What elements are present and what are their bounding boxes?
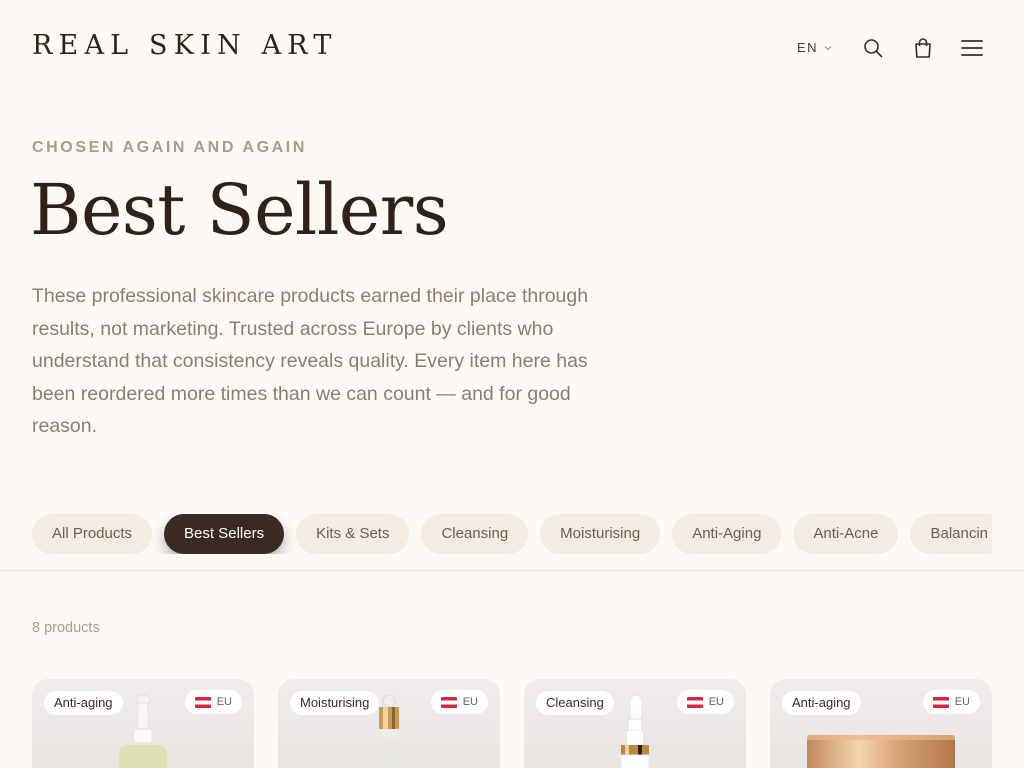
origin-label: EU bbox=[708, 696, 724, 708]
site-header: REAL SKIN ART EN bbox=[0, 0, 1024, 96]
product-category-tag: Anti-aging bbox=[44, 691, 123, 715]
filter-chip-best-sellers[interactable]: Best Sellers bbox=[164, 514, 285, 554]
product-card[interactable]: Anti-aging EU bbox=[770, 679, 992, 768]
search-icon bbox=[864, 39, 883, 58]
cart-button[interactable] bbox=[912, 36, 934, 60]
filter-chip-anti-acne[interactable]: Anti-Acne bbox=[793, 514, 899, 554]
flag-icon bbox=[686, 696, 703, 708]
origin-label: EU bbox=[954, 696, 970, 708]
filter-chip-balancing[interactable]: Balancin bbox=[910, 514, 992, 554]
filter-chip-moisturising[interactable]: Moisturising bbox=[540, 514, 661, 554]
filter-chip-kits-sets[interactable]: Kits & Sets bbox=[296, 514, 410, 554]
filter-chip-all-products[interactable]: All Products bbox=[32, 514, 153, 554]
product-category-tag: Moisturising bbox=[290, 691, 380, 715]
origin-label: EU bbox=[216, 696, 232, 708]
brand-logo[interactable]: REAL SKIN ART bbox=[32, 30, 338, 61]
menu-button[interactable] bbox=[960, 36, 984, 60]
product-category-tag: Cleansing bbox=[536, 691, 614, 715]
product-category-tag: Anti-aging bbox=[782, 691, 861, 715]
page-title: Best Sellers bbox=[30, 169, 449, 251]
pump-bottle-white-image bbox=[620, 694, 650, 768]
hero-eyebrow: CHOSEN AGAIN AND AGAIN bbox=[32, 139, 307, 156]
search-button[interactable] bbox=[862, 36, 884, 60]
product-card[interactable]: Moisturising EU bbox=[278, 679, 500, 768]
origin-badge: EU bbox=[922, 690, 980, 714]
flag-icon bbox=[194, 696, 211, 708]
bag-icon bbox=[915, 38, 931, 58]
chevron-down-icon bbox=[824, 45, 832, 50]
hero-description: These professional skincare products ear… bbox=[32, 285, 589, 437]
flag-icon bbox=[440, 696, 457, 708]
category-filters: All Products Best Sellers Kits & Sets Clean… bbox=[32, 514, 992, 554]
product-card[interactable]: Anti-aging EU bbox=[32, 679, 254, 768]
origin-badge: EU bbox=[430, 690, 488, 714]
filter-chip-cleansing[interactable]: Cleansing bbox=[421, 514, 529, 554]
flag-icon bbox=[932, 696, 949, 708]
language-selector[interactable]: EN bbox=[797, 40, 833, 55]
cream-jar-gold-image bbox=[807, 735, 955, 768]
section-divider bbox=[0, 570, 1024, 571]
origin-badge: EU bbox=[184, 690, 242, 714]
language-label: EN bbox=[797, 40, 818, 55]
origin-label: EU bbox=[462, 696, 478, 708]
product-card[interactable]: Cleansing EU bbox=[524, 679, 746, 768]
menu-icon bbox=[961, 40, 983, 56]
origin-badge: EU bbox=[676, 690, 734, 714]
product-count: 8 products bbox=[32, 620, 100, 636]
filter-chip-anti-aging[interactable]: Anti-Aging bbox=[672, 514, 782, 554]
